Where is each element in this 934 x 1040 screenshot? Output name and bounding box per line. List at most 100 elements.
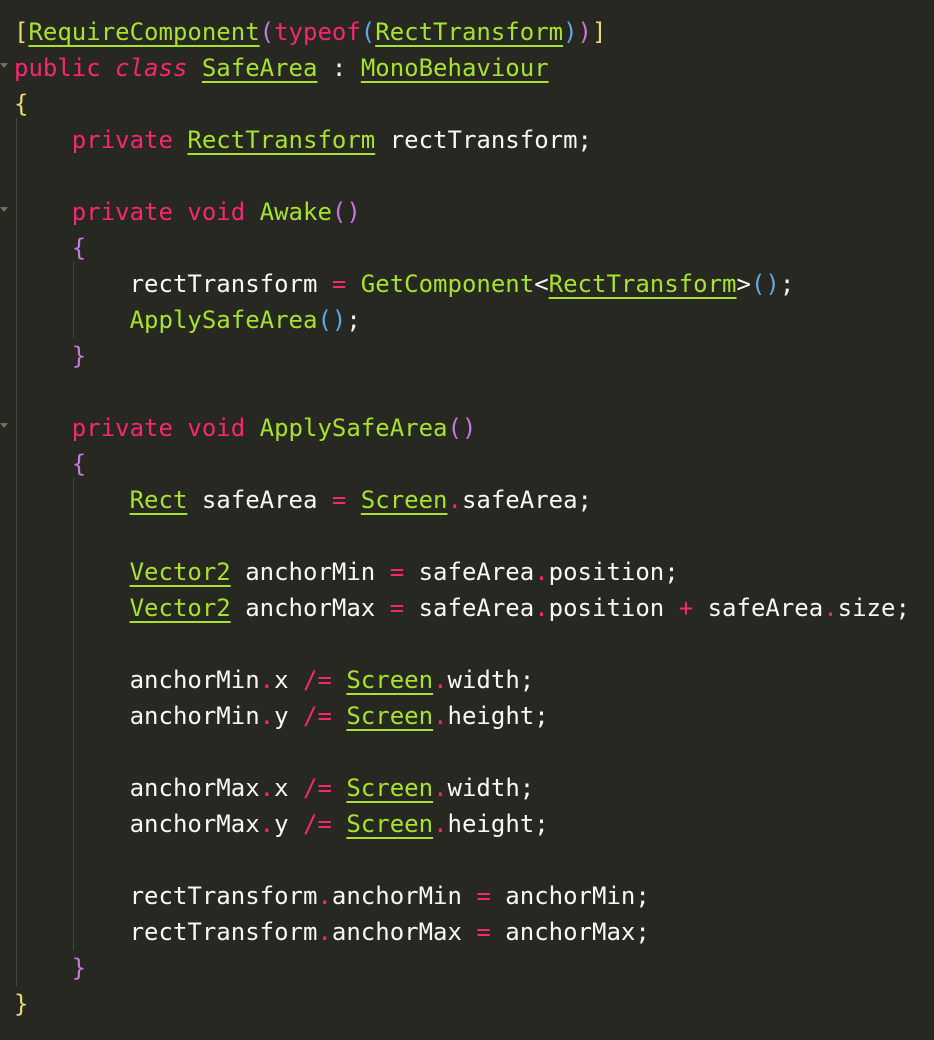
code-token: = [476, 882, 491, 910]
code-token: Vector2 [129, 558, 231, 586]
code-token: . [433, 666, 448, 694]
code-token: . [534, 558, 549, 586]
code-token: y [274, 810, 303, 838]
code-token: Screen [360, 486, 448, 514]
code-line[interactable]: rectTransform.anchorMin = anchorMin; [14, 878, 650, 914]
code-token: RectTransform [187, 126, 376, 154]
code-line[interactable]: { [14, 230, 86, 266]
code-token: . [447, 486, 462, 514]
code-token: RectTransform [548, 270, 737, 298]
fold-chevron-icon[interactable] [0, 423, 8, 428]
code-line[interactable]: [RequireComponent(typeof(RectTransform))… [14, 14, 606, 50]
code-token: ApplySafeArea [129, 306, 318, 334]
code-token: = [476, 918, 491, 946]
code-token: private [71, 198, 173, 226]
code-token: safeArea; [461, 486, 592, 514]
code-token: class [115, 54, 188, 82]
code-line[interactable]: } [14, 986, 28, 1022]
code-token: size; [837, 594, 910, 622]
code-token: . [259, 810, 275, 838]
code-token: RectTransform [375, 18, 564, 46]
code-line[interactable]: anchorMax.y /= Screen.height; [14, 806, 549, 842]
code-line[interactable]: Vector2 anchorMin = safeArea.position; [14, 554, 679, 590]
code-token: . [259, 666, 275, 694]
code-token: . [317, 918, 332, 946]
code-token: anchorMax [129, 810, 260, 838]
code-token: ) [577, 18, 592, 46]
code-token: void [187, 198, 246, 226]
code-token: anchorMax [129, 774, 260, 802]
code-token: ; [346, 306, 361, 334]
code-line[interactable]: { [14, 446, 86, 482]
code-token: x [274, 666, 303, 694]
code-token: height; [447, 702, 549, 730]
code-token: private [71, 414, 173, 442]
code-token: rectTransform [129, 882, 318, 910]
code-token: = [331, 486, 347, 514]
code-token: /= [303, 666, 332, 694]
code-token: () [447, 414, 477, 442]
code-token: position [548, 594, 679, 622]
code-token: . [433, 702, 448, 730]
code-line[interactable]: ApplySafeArea(); [14, 302, 361, 338]
code-editor[interactable]: [RequireComponent(typeof(RectTransform))… [0, 0, 934, 1040]
fold-chevron-icon[interactable] [0, 207, 8, 212]
fold-chevron-icon[interactable] [0, 63, 8, 68]
code-token: { [71, 450, 87, 478]
code-line[interactable]: } [14, 338, 86, 374]
code-line[interactable]: private void ApplySafeArea() [14, 410, 477, 446]
code-line[interactable]: Vector2 anchorMax = safeArea.position + … [14, 590, 910, 626]
code-token: Rect [129, 486, 188, 514]
code-line[interactable]: public class SafeArea : MonoBehaviour [14, 50, 549, 86]
code-line[interactable]: } [14, 950, 86, 986]
code-token: Screen [346, 810, 434, 838]
code-token: + [678, 594, 694, 622]
code-token: . [433, 774, 448, 802]
code-line[interactable]: private void Awake() [14, 194, 361, 230]
code-line[interactable]: anchorMin.y /= Screen.height; [14, 698, 549, 734]
code-line[interactable]: anchorMax.x /= Screen.width; [14, 770, 535, 806]
code-token: } [71, 954, 87, 982]
code-token: safeArea [404, 594, 535, 622]
code-token: [ [14, 18, 29, 46]
code-token: . [823, 594, 838, 622]
code-token: safeArea [693, 594, 824, 622]
code-token: () [331, 198, 361, 226]
code-line[interactable]: rectTransform = GetComponent<RectTransfo… [14, 266, 795, 302]
code-token: typeof [274, 18, 361, 46]
code-line[interactable]: private RectTransform rectTransform; [14, 122, 592, 158]
code-token: ] [592, 18, 607, 46]
code-token: ) [563, 18, 578, 46]
code-token: < [534, 270, 549, 298]
code-line[interactable]: { [14, 86, 28, 122]
code-line[interactable]: anchorMin.x /= Screen.width; [14, 662, 535, 698]
code-token: } [71, 342, 87, 370]
code-token: anchorMin [129, 666, 260, 694]
code-token: x [274, 774, 303, 802]
code-line[interactable]: Rect safeArea = Screen.safeArea; [14, 482, 592, 518]
code-token: SafeArea [201, 54, 318, 82]
code-token: y [274, 702, 303, 730]
code-token: rectTransform [129, 270, 332, 298]
code-token: rectTransform; [375, 126, 592, 154]
code-line[interactable]: rectTransform.anchorMax = anchorMax; [14, 914, 650, 950]
